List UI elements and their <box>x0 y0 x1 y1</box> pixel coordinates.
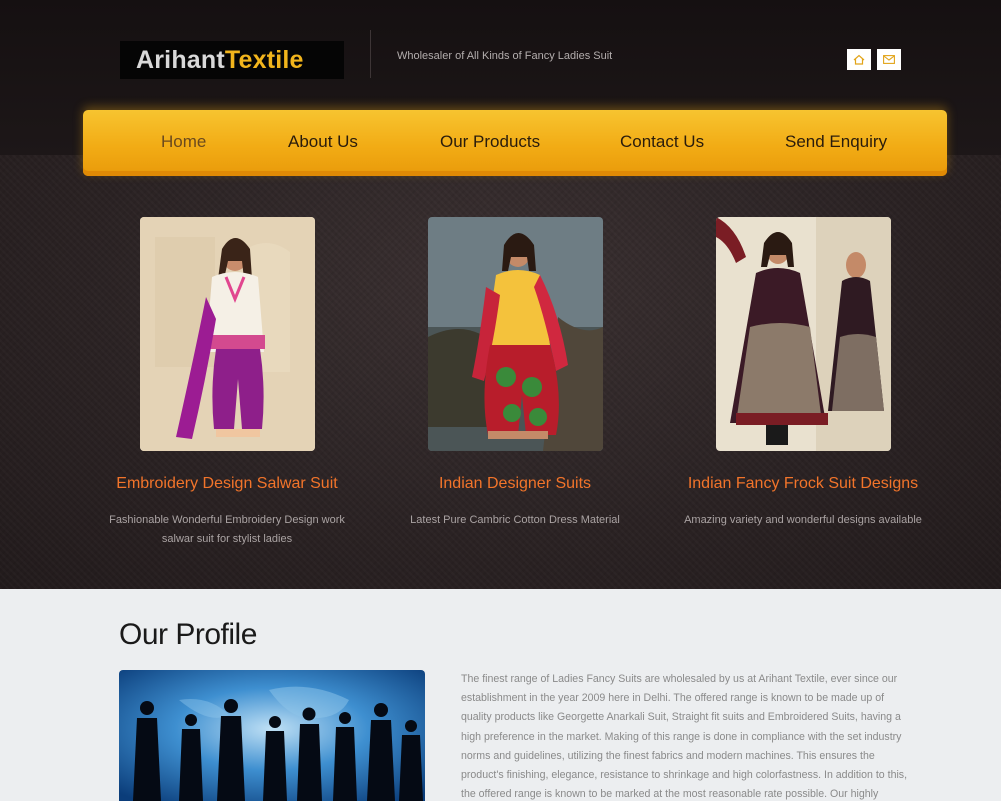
product-title[interactable]: Embroidery Design Salwar Suit <box>77 475 377 493</box>
nav-about-us[interactable]: About Us <box>288 132 358 152</box>
mail-icon[interactable] <box>877 49 901 70</box>
nav-home[interactable]: Home <box>161 132 206 152</box>
site-logo[interactable]: Arihant Textile <box>120 41 344 79</box>
product-card: Embroidery Design Salwar Suit Fashionabl… <box>77 217 377 549</box>
product-description: Latest Pure Cambric Cotton Dress Materia… <box>410 514 620 526</box>
header-divider <box>370 30 371 78</box>
profile-heading: Our Profile <box>119 618 257 651</box>
nav-send-enquiry[interactable]: Send Enquiry <box>785 132 887 152</box>
main-nav: Home About Us Our Products Contact Us Se… <box>83 110 947 176</box>
site-tagline: Wholesaler of All Kinds of Fancy Ladies … <box>397 50 613 62</box>
logo-text-part1: Arihant <box>136 45 225 74</box>
home-icon[interactable] <box>847 49 871 70</box>
profile-image <box>119 670 425 801</box>
product-description: Amazing variety and wonderful designs av… <box>684 514 922 526</box>
product-card: Indian Fancy Frock Suit Designs Amazing … <box>653 217 953 530</box>
nav-contact-us[interactable]: Contact Us <box>620 132 704 152</box>
profile-text: The finest range of Ladies Fancy Suits a… <box>461 673 908 801</box>
product-image[interactable] <box>139 217 315 451</box>
product-image[interactable] <box>427 217 603 451</box>
product-card: Indian Designer Suits Latest Pure Cambri… <box>365 217 665 530</box>
product-description: Fashionable Wonderful Embroidery Design … <box>109 514 345 545</box>
product-title[interactable]: Indian Designer Suits <box>365 475 665 493</box>
product-image[interactable] <box>715 217 891 451</box>
logo-text-part2: Textile <box>224 45 304 74</box>
product-title[interactable]: Indian Fancy Frock Suit Designs <box>653 475 953 493</box>
nav-our-products[interactable]: Our Products <box>440 132 540 152</box>
